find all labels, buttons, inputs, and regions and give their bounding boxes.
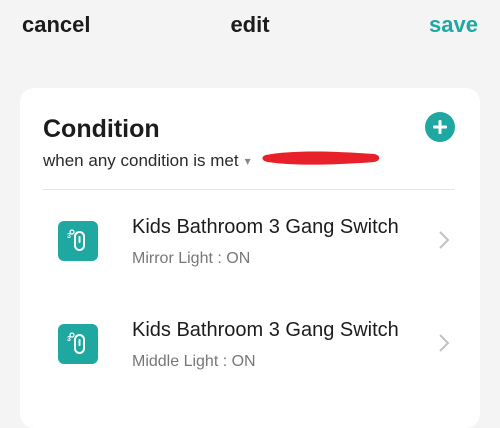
save-button[interactable]: save <box>429 12 478 38</box>
device-status: Mirror Light : ON <box>132 250 251 267</box>
condition-card: Condition when any condition is met ▾ 3 … <box>20 88 480 428</box>
device-status: Middle Light : ON <box>132 353 256 370</box>
switch-icon: 3 <box>58 221 98 261</box>
plus-icon <box>433 120 447 134</box>
page-title: edit <box>230 12 270 37</box>
top-bar: cancel edit save <box>0 0 500 60</box>
condition-title: Condition <box>43 115 160 143</box>
add-condition-button[interactable] <box>425 112 455 142</box>
chevron-down-icon: ▾ <box>244 154 251 168</box>
condition-item[interactable]: 3 Kids Bathroom 3 Gang Switch Middle Lig… <box>20 301 480 393</box>
condition-mode-select[interactable]: when any condition is met ▾ <box>43 151 251 171</box>
condition-mode-label: when any condition is met <box>43 151 239 170</box>
device-name: Kids Bathroom 3 Gang Switch <box>132 319 399 341</box>
chevron-right-icon <box>439 334 450 352</box>
switch-icon: 3 <box>58 324 98 364</box>
svg-text:3: 3 <box>67 336 71 343</box>
redaction-mark <box>262 151 380 165</box>
chevron-right-icon <box>439 231 450 249</box>
device-name: Kids Bathroom 3 Gang Switch <box>132 216 399 238</box>
condition-item[interactable]: 3 Kids Bathroom 3 Gang Switch Mirror Lig… <box>20 198 480 290</box>
divider <box>43 189 455 190</box>
svg-text:3: 3 <box>67 233 71 240</box>
